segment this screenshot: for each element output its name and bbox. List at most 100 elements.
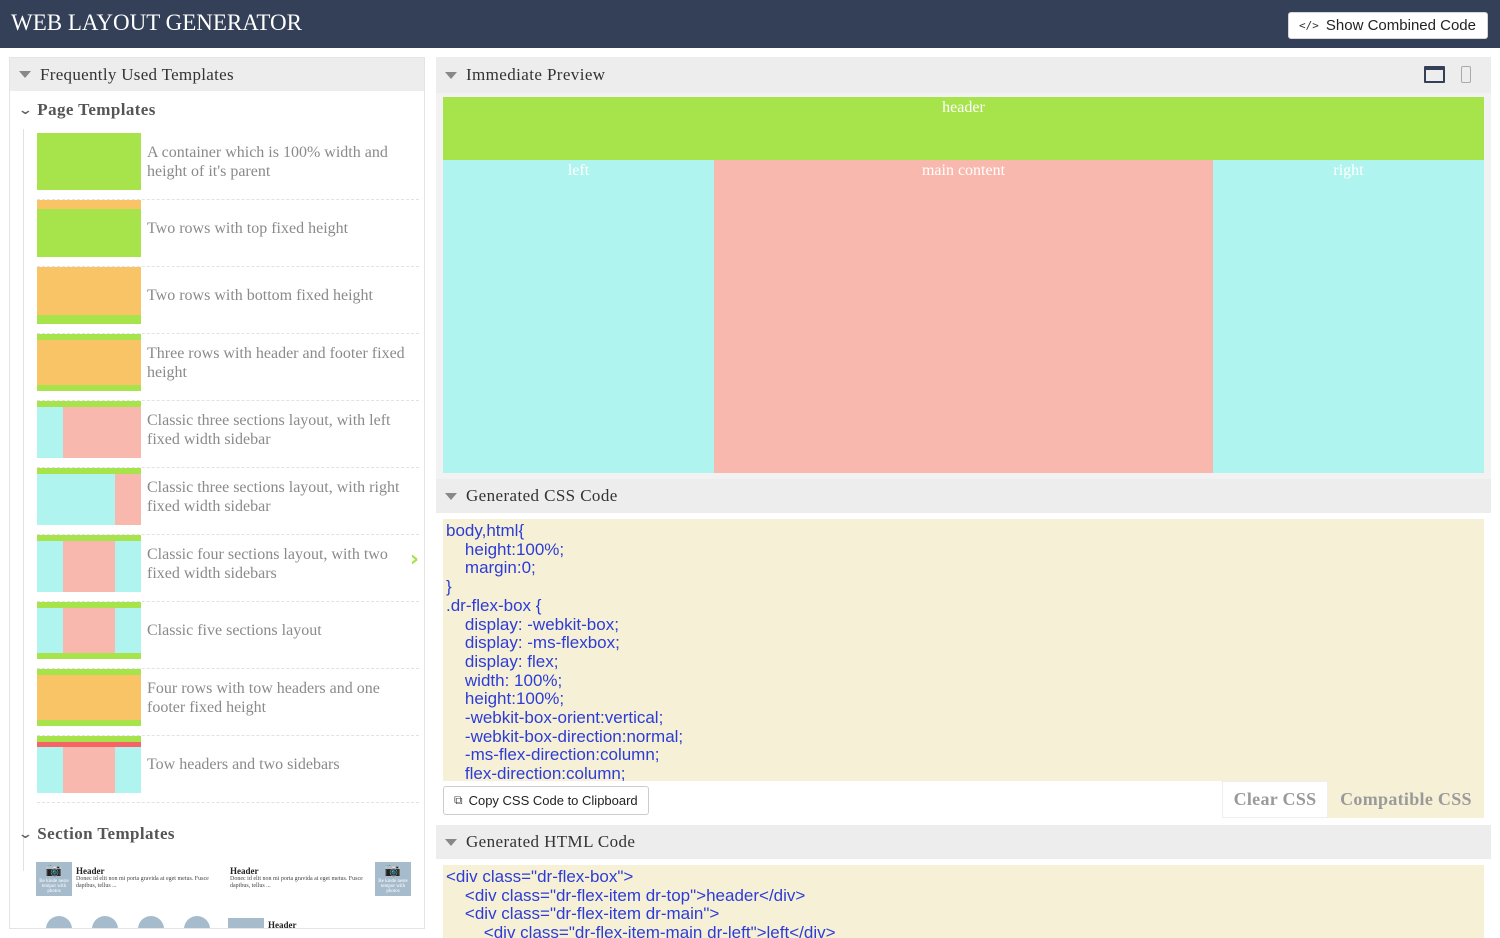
template-item-full-container[interactable]: A container which is 100% width and heig… [37, 133, 419, 200]
templates-panel: Frequently Used Templates ⌄ Page Templat… [9, 57, 425, 929]
template-item-two-rows-top[interactable]: Two rows with top fixed height [37, 200, 419, 267]
section-template-media-left[interactable]: Header Donec id elit non mi porta gravid… [76, 866, 218, 890]
html-panel-title: Generated HTML Code [466, 832, 636, 851]
template-thumbnail [37, 267, 141, 324]
code-line: width: 100%; [446, 670, 563, 690]
photo-placeholder[interactable]: 📷 Be kinde neste tempor with photos [375, 862, 411, 896]
template-item-three-sections-right[interactable]: Classic three sections layout, with righ… [37, 468, 419, 535]
template-label: Tow headers and two sidebars [147, 756, 340, 773]
template-thumbnail [37, 334, 141, 391]
chevron-down-icon: ⌄ [17, 102, 34, 118]
code-line: margin:0; [446, 558, 536, 578]
circle-avatar-placeholder [184, 916, 210, 928]
template-thumbnail [37, 736, 141, 793]
code-line: -webkit-box-orient:vertical; [446, 708, 664, 728]
html-panel-header[interactable]: Generated HTML Code [436, 825, 1491, 859]
circle-avatar-placeholder [92, 916, 118, 928]
template-item-three-rows[interactable]: Three rows with header and footer fixed … [37, 334, 419, 401]
template-item-four-rows[interactable]: Four rows with tow headers and one foote… [37, 669, 419, 736]
collapse-triangle-icon [19, 71, 31, 78]
copy-css-label: Copy CSS Code to Clipboard [468, 793, 638, 808]
section-sample-heading: Header [230, 866, 259, 876]
template-label: Four rows with tow headers and one foote… [147, 679, 380, 716]
template-thumbnail [37, 401, 141, 458]
css-panel-header[interactable]: Generated CSS Code [436, 479, 1491, 513]
section-template-media-right[interactable]: Header Donec id elit non mi porta gravid… [230, 866, 372, 890]
mobile-view-icon[interactable] [1461, 66, 1471, 83]
template-item-two-rows-bottom[interactable]: Two rows with bottom fixed height [37, 267, 419, 334]
section-template-thumbnails: 📷 Be kinde neste tempor with photos Head… [36, 858, 416, 928]
section-sample-body: Donec id elit non mi porta gravida at eg… [76, 876, 209, 889]
template-item-four-sections[interactable]: Classic four sections layout, with two f… [37, 535, 419, 602]
photo-placeholder [228, 918, 264, 928]
camera-icon: 📷 [384, 863, 402, 878]
template-thumbnail [37, 535, 141, 592]
code-line: display: -ms-flexbox; [446, 633, 620, 653]
css-panel-title: Generated CSS Code [466, 486, 618, 505]
collapse-triangle-icon [445, 71, 457, 79]
html-code-block[interactable]: <div class="dr-flex-box"> <div class="dr… [443, 865, 1484, 938]
section-sample-body: Donec id elit non mi porta gravida at eg… [230, 876, 363, 889]
code-line: } [446, 577, 452, 597]
clear-css-button[interactable]: Clear CSS [1222, 781, 1328, 818]
code-line: body,html{ [446, 521, 525, 540]
template-label: Classic five sections layout [147, 622, 322, 639]
code-line: <div class="dr-flex-item dr-main"> [446, 904, 720, 924]
photo-placeholder[interactable]: 📷 Be kinde neste tempor with photos [36, 862, 72, 896]
template-label: Classic four sections layout, with two f… [147, 545, 388, 582]
preview-right: right [1213, 160, 1484, 473]
template-thumbnail [37, 468, 141, 525]
code-line: <div class="dr-flex-item-main dr-left">l… [446, 923, 836, 938]
code-line: flex-direction:column; [446, 764, 626, 781]
code-line: display: flex; [446, 651, 559, 671]
code-line: display: -webkit-box; [446, 614, 619, 634]
css-code-block[interactable]: body,html{ height:100%; margin:0;} .dr-fl… [443, 519, 1484, 781]
copy-icon: ⧉ [454, 793, 463, 807]
copy-css-button[interactable]: ⧉ Copy CSS Code to Clipboard [443, 786, 649, 815]
collapse-triangle-icon [445, 838, 457, 846]
section-sample-heading: Header [268, 920, 297, 929]
code-line: <div class="dr-flex-box"> [446, 867, 634, 886]
view-toggle [1424, 66, 1471, 83]
code-line: -ms-flex-direction:column; [446, 745, 660, 765]
photo-caption: Be kinde neste tempor with photos [39, 879, 69, 894]
section-sample-heading: Header [76, 866, 105, 876]
compatible-css-button[interactable]: Compatible CSS [1328, 781, 1484, 818]
chevron-down-icon: ⌄ [17, 826, 34, 842]
code-line: height:100%; [446, 689, 565, 709]
top-bar: WEB LAYOUT GENERATOR </> Show Combined C… [0, 0, 1500, 48]
desktop-view-icon[interactable] [1424, 66, 1445, 83]
code-line: .dr-flex-box { [446, 595, 542, 615]
page-templates-header[interactable]: ⌄ Page Templates [10, 91, 424, 129]
show-combined-code-label: Show Combined Code [1325, 17, 1476, 34]
code-icon: </> [1299, 19, 1319, 32]
templates-panel-header[interactable]: Frequently Used Templates [10, 58, 424, 91]
preview-left: left [443, 160, 714, 473]
template-label: Two rows with top fixed height [147, 220, 349, 237]
app-title: WEB LAYOUT GENERATOR [11, 10, 302, 35]
template-thumbnail [37, 669, 141, 726]
preview-canvas: header left main content right [436, 93, 1491, 479]
circle-avatar-placeholder [138, 916, 164, 928]
template-item-two-headers-two-sidebars[interactable]: Tow headers and two sidebars [37, 736, 419, 803]
page-template-list: A container which is 100% width and heig… [23, 129, 420, 871]
camera-icon: 📷 [45, 863, 63, 878]
template-thumbnail [37, 133, 141, 190]
preview-header: header [443, 97, 1484, 160]
circle-avatar-placeholder [46, 916, 72, 928]
preview-panel-header[interactable]: Immediate Preview [436, 57, 1491, 93]
section-templates-title: Section Templates [37, 824, 175, 843]
code-line: height:100%; [446, 539, 565, 559]
template-item-five-sections[interactable]: Classic five sections layout [37, 602, 419, 669]
page-templates-title: Page Templates [37, 100, 156, 119]
show-combined-code-button[interactable]: </> Show Combined Code [1288, 12, 1488, 39]
template-item-three-sections-left[interactable]: Classic three sections layout, with left… [37, 401, 419, 468]
code-line: -webkit-box-direction:normal; [446, 726, 684, 746]
template-thumbnail [37, 200, 141, 257]
template-label: Two rows with bottom fixed height [147, 287, 373, 304]
chevron-right-icon: › [409, 547, 419, 572]
section-templates-header[interactable]: ⌄ Section Templates [10, 815, 424, 853]
templates-panel-title: Frequently Used Templates [40, 64, 234, 84]
code-line: <div class="dr-flex-item dr-top">header<… [446, 885, 806, 905]
template-thumbnail [37, 602, 141, 659]
